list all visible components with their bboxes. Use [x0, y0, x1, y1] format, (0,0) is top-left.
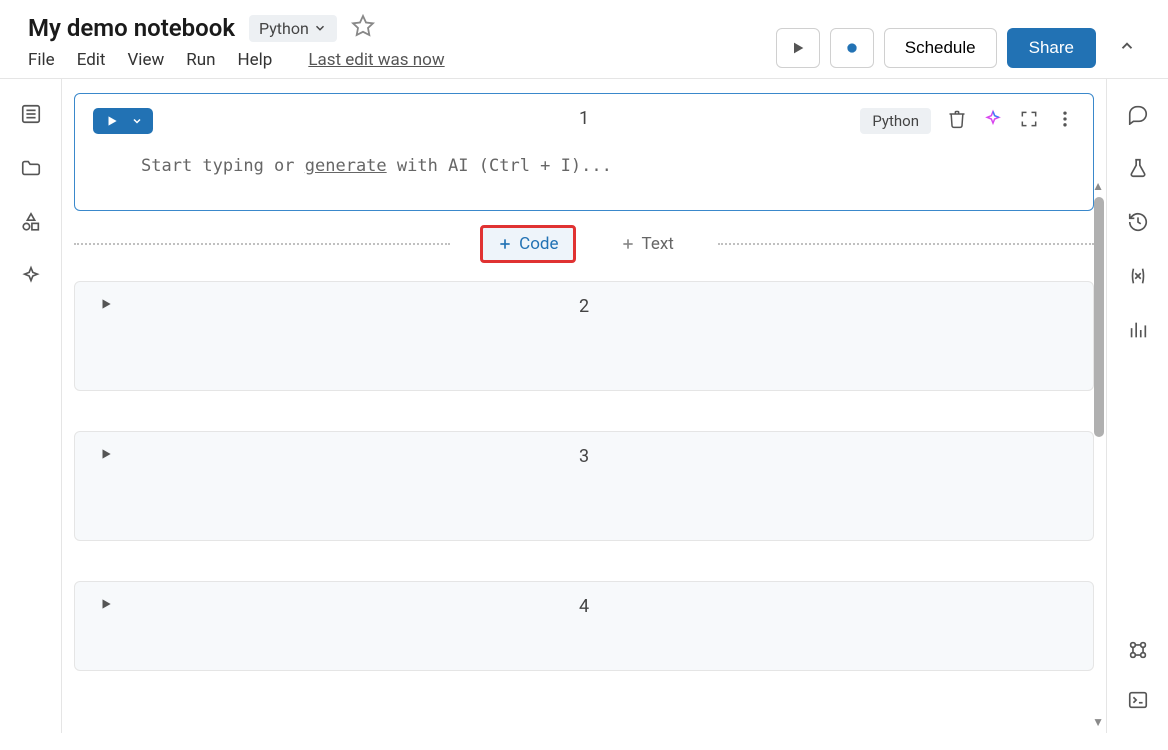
schedule-button[interactable]: Schedule [884, 28, 997, 68]
flask-icon[interactable] [1127, 157, 1149, 183]
comment-icon[interactable] [1127, 103, 1149, 129]
play-icon [93, 108, 127, 134]
cell-number: 3 [579, 446, 589, 467]
add-code-button[interactable]: Code [480, 225, 575, 263]
chevron-down-icon [313, 21, 327, 35]
collapse-header-icon[interactable] [1106, 37, 1148, 59]
menu-view[interactable]: View [127, 50, 164, 70]
folder-icon[interactable] [20, 157, 42, 183]
cell-number: 1 [579, 108, 589, 129]
plus-icon [620, 236, 636, 252]
cell-toolbar: Python [860, 108, 1075, 134]
toc-icon[interactable] [20, 103, 42, 129]
cell-3[interactable]: 3 [74, 431, 1094, 541]
fullscreen-icon[interactable] [1019, 109, 1039, 133]
menu-file[interactable]: File [28, 50, 55, 70]
cell-number: 4 [579, 596, 589, 617]
cell-4[interactable]: 4 [74, 581, 1094, 671]
language-selector[interactable]: Python [249, 15, 337, 42]
add-code-label: Code [519, 234, 558, 254]
share-button[interactable]: Share [1007, 28, 1096, 68]
placeholder-pre: Start typing or [141, 156, 305, 176]
cell-language-badge[interactable]: Python [860, 108, 931, 134]
plus-icon [497, 236, 513, 252]
notebook-content: 1 Python Start typing or generate with A… [62, 79, 1106, 733]
cell-header: 1 Python [93, 108, 1075, 134]
ai-sparkle-icon[interactable] [983, 109, 1003, 133]
run-cell-icon[interactable] [99, 296, 113, 315]
run-all-button[interactable] [776, 28, 820, 68]
star-icon[interactable] [351, 14, 375, 42]
add-cell-row: Code Text [74, 225, 1094, 263]
cell-number: 2 [579, 296, 589, 317]
run-cell-icon[interactable] [99, 446, 113, 465]
history-icon[interactable] [1127, 211, 1149, 237]
scrollbar-thumb[interactable] [1094, 197, 1104, 437]
run-cell-icon[interactable] [99, 596, 113, 615]
notebook-title[interactable]: My demo notebook [28, 14, 235, 42]
add-text-label: Text [642, 234, 674, 254]
circle-icon [844, 40, 860, 56]
menu-run[interactable]: Run [186, 50, 215, 70]
variable-icon[interactable] [1127, 265, 1149, 291]
kebab-menu-icon[interactable] [1055, 109, 1075, 133]
topbar-left: My demo notebook Python File Edit View R… [28, 14, 445, 70]
scroll-down-arrow[interactable]: ▼ [1092, 715, 1104, 729]
play-icon [790, 40, 806, 56]
chart-icon[interactable] [1127, 319, 1149, 345]
menu-help[interactable]: Help [237, 50, 272, 70]
chevron-down-icon [127, 109, 153, 133]
trash-icon[interactable] [947, 109, 967, 133]
right-rail [1106, 79, 1168, 733]
cell-run-controls [93, 108, 153, 134]
last-edit-link[interactable]: Last edit was now [308, 50, 444, 70]
placeholder-post: with AI (Ctrl + I)... [387, 156, 612, 176]
main-area: 1 Python Start typing or generate with A… [0, 79, 1168, 733]
add-text-button[interactable]: Text [606, 228, 688, 260]
topbar: My demo notebook Python File Edit View R… [0, 0, 1168, 79]
menu-edit[interactable]: Edit [77, 50, 106, 70]
placeholder-generate: generate [305, 156, 387, 176]
cluster-status-button[interactable] [830, 28, 874, 68]
terminal-icon[interactable] [1127, 689, 1149, 715]
topbar-right: Schedule Share [776, 14, 1148, 68]
cell-editor[interactable]: Start typing or generate with AI (Ctrl +… [93, 156, 1075, 176]
keyboard-icon[interactable] [1127, 639, 1149, 665]
menu-bar: File Edit View Run Help Last edit was no… [28, 50, 445, 70]
language-selector-label: Python [259, 19, 309, 38]
cell-2[interactable]: 2 [74, 281, 1094, 391]
left-rail [0, 79, 62, 733]
shapes-icon[interactable] [20, 211, 42, 237]
run-cell-dropdown[interactable] [93, 108, 153, 134]
sparkle-rail-icon[interactable] [20, 265, 42, 291]
scroll-up-arrow[interactable]: ▲ [1092, 179, 1104, 193]
title-row: My demo notebook Python [28, 14, 445, 42]
cell-1[interactable]: 1 Python Start typing or generate with A… [74, 93, 1094, 211]
